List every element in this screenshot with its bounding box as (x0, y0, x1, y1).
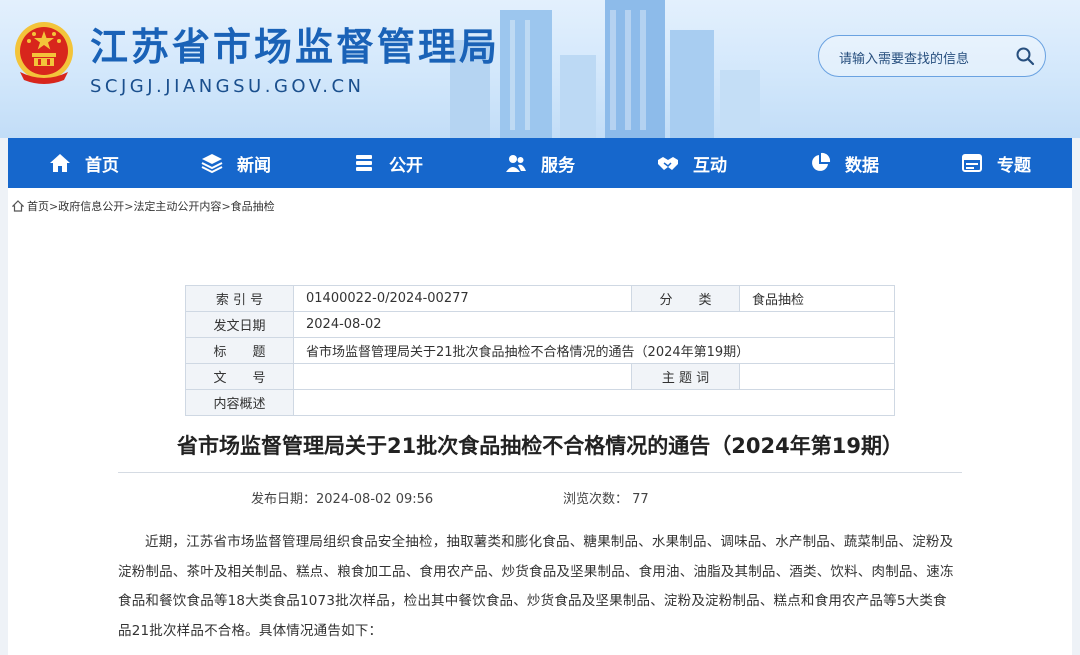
nav-label-public: 公开 (389, 155, 423, 176)
meta-row-summary: 内容概述 (185, 389, 895, 416)
breadcrumb-home[interactable]: 首页 (27, 198, 49, 214)
breadcrumb-food-inspection[interactable]: 食品抽检 (231, 198, 275, 214)
nav-item-news[interactable]: 新闻 (160, 138, 312, 188)
publish-date-label: 发布日期： (251, 492, 317, 507)
article-title: 省市场监督管理局关于21批次食品抽检不合格情况的通告（2024年第19期） (177, 434, 903, 458)
publish-date: 发布日期：2024-08-02 09:56 (251, 488, 433, 507)
nav-label-news: 新闻 (237, 155, 271, 176)
breadcrumb-separator: > (49, 199, 59, 213)
docno-value (293, 363, 632, 390)
category-value: 食品抽检 (739, 285, 895, 312)
nav-item-interact[interactable]: 互动 (616, 138, 768, 188)
publish-date-value: 2024-08-02 09:56 (316, 492, 434, 507)
title-label: 标 题 (185, 337, 294, 364)
pie-chart-icon (812, 152, 831, 171)
nav-item-public[interactable]: 公开 (312, 138, 464, 188)
handshake-icon (658, 157, 678, 170)
meta-row-docno: 文 号 主 题 词 (185, 363, 895, 390)
nav-label-service: 服务 (541, 155, 575, 176)
nav-label-data: 数据 (845, 155, 879, 176)
nav-label-interact: 互动 (693, 155, 727, 176)
breadcrumb-statutory[interactable]: 法定主动公开内容 (133, 198, 221, 214)
search-input[interactable]: 请输入需要查找的信息 (839, 48, 969, 67)
nav-label-topic: 专题 (997, 155, 1031, 176)
summary-value (293, 389, 895, 416)
meta-row-title: 标 题 省市场监督管理局关于21批次食品抽检不合格情况的通告（2024年第19期… (185, 337, 895, 364)
summary-label: 内容概述 (185, 389, 294, 416)
stack-icon (356, 155, 372, 171)
index-value: 01400022-0/2024-00277 (293, 285, 632, 312)
people-icon (506, 155, 526, 172)
national-emblem-logo (15, 22, 73, 84)
breadcrumb-home-icon (12, 200, 24, 212)
category-label: 分 类 (631, 285, 740, 312)
content-panel: 首页 > 政府信息公开 > 法定主动公开内容 > 食品抽检 索 引 号 0140… (8, 188, 1072, 655)
layers-icon (201, 154, 223, 174)
date-value: 2024-08-02 (293, 311, 895, 338)
date-label: 发文日期 (185, 311, 294, 338)
nav-label-home: 首页 (85, 155, 119, 176)
docno-label: 文 号 (185, 363, 294, 390)
breadcrumb: 首页 > 政府信息公开 > 法定主动公开内容 > 食品抽检 (12, 198, 275, 214)
title-divider (118, 472, 962, 473)
index-label: 索 引 号 (185, 285, 294, 312)
home-icon (50, 154, 70, 172)
subject-label: 主 题 词 (631, 363, 740, 390)
site-domain: SCJGJ.JIANGSU.GOV.CN (90, 76, 365, 97)
subject-value (739, 363, 895, 390)
nav-item-topic[interactable]: 专题 (920, 138, 1072, 188)
breadcrumb-gov-info[interactable]: 政府信息公开 (58, 198, 124, 214)
site-header: 江苏省市场监督管理局 SCJGJ.JIANGSU.GOV.CN 请输入需要查找的… (0, 0, 1080, 138)
view-count-value: 77 (632, 492, 649, 507)
document-meta-table: 索 引 号 01400022-0/2024-00277 分 类 食品抽检 发文日… (185, 285, 895, 416)
breadcrumb-separator: > (124, 199, 134, 213)
window-icon (962, 154, 982, 172)
title-value: 省市场监督管理局关于21批次食品抽检不合格情况的通告（2024年第19期） (293, 337, 895, 364)
view-count: 浏览次数： 77 (563, 488, 649, 507)
meta-row-index: 索 引 号 01400022-0/2024-00277 分 类 食品抽检 (185, 285, 895, 312)
site-title[interactable]: 江苏省市场监督管理局 (90, 16, 500, 71)
search-box[interactable]: 请输入需要查找的信息 (818, 35, 1046, 77)
meta-row-date: 发文日期 2024-08-02 (185, 311, 895, 338)
nav-item-home[interactable]: 首页 (8, 138, 160, 188)
nav-item-data[interactable]: 数据 (768, 138, 920, 188)
main-nav: 首页 新闻 公开 服务 互动 数据 专题 (8, 138, 1072, 188)
breadcrumb-separator: > (221, 199, 231, 213)
search-icon[interactable] (1015, 46, 1035, 66)
view-count-label: 浏览次数： (563, 492, 629, 507)
nav-item-service[interactable]: 服务 (464, 138, 616, 188)
article-body: 近期，江苏省市场监督管理局组织食品安全抽检，抽取薯类和膨化食品、糖果制品、水果制… (118, 534, 954, 639)
